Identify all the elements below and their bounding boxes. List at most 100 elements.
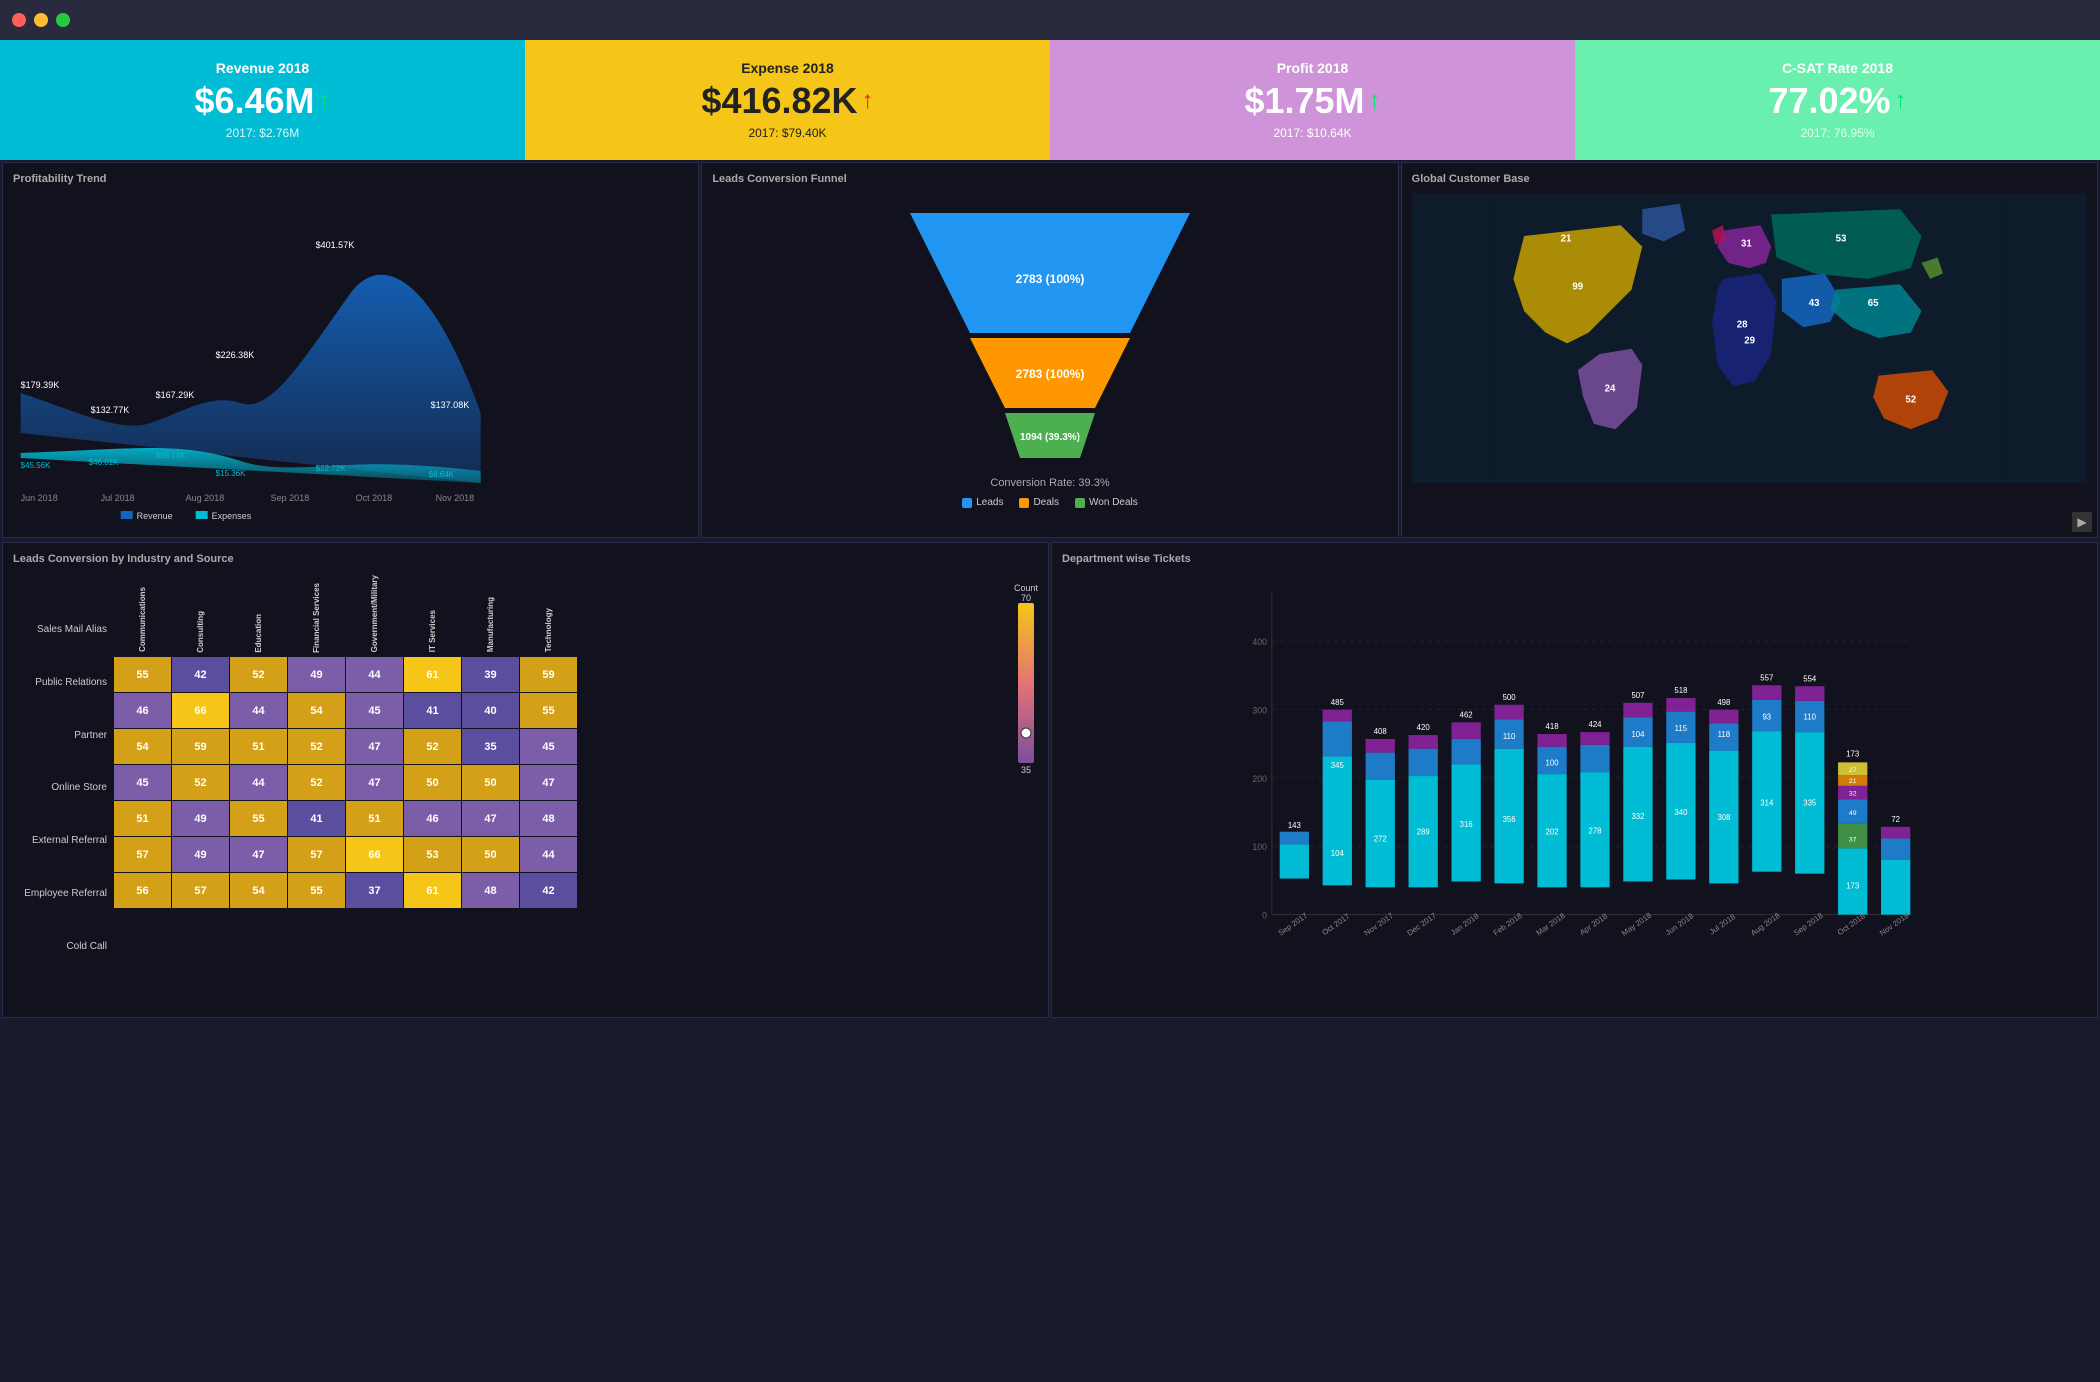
heatmap-cell: 54 [230, 873, 288, 909]
color-scale-bar [1018, 603, 1034, 763]
svg-text:518: 518 [1674, 686, 1687, 695]
global-map-panel: Global Customer Base [1401, 162, 2098, 538]
svg-text:49: 49 [1849, 810, 1857, 817]
heatmap-cell: 42 [520, 873, 578, 909]
dept-tickets-chart: 0 100 200 300 400 143 Sep 2017 485 Oct 2… [1062, 573, 2087, 983]
heatmap-cell: 55 [520, 693, 578, 729]
heatmap-cell: 48 [462, 873, 520, 909]
heatmap-cell: 51 [114, 801, 172, 837]
svg-text:21: 21 [1849, 778, 1857, 785]
heatmap-row-labels: Sales Mail AliasPublic RelationsPartnerO… [13, 573, 113, 983]
kpi-expense-arrow: ↑ [862, 87, 874, 115]
svg-text:Expenses: Expenses [212, 511, 252, 521]
heatmap-row-label: Online Store [13, 770, 113, 806]
heatmap-col-label: Technology [520, 573, 578, 657]
svg-text:314: 314 [1760, 798, 1774, 807]
heatmap-cell: 40 [462, 693, 520, 729]
funnel-chart: 2783 (100%) 2783 (100%) 1094 (39.3%) [860, 193, 1240, 473]
map-scroll-button[interactable]: ▶ [2072, 512, 2092, 532]
heatmap-cell: 46 [114, 693, 172, 729]
svg-text:557: 557 [1760, 673, 1773, 682]
svg-text:498: 498 [1717, 698, 1730, 707]
svg-text:2783 (100%): 2783 (100%) [1016, 367, 1085, 381]
kpi-profit: Profit 2018 $1.75M↑ 2017: $10.64K [1050, 40, 1575, 160]
svg-text:408: 408 [1374, 727, 1387, 736]
svg-text:507: 507 [1631, 691, 1644, 700]
heatmap-cell: 57 [172, 873, 230, 909]
svg-text:462: 462 [1460, 710, 1473, 719]
legend-won-deals: Won Deals [1089, 497, 1138, 508]
svg-text:$179.39K: $179.39K [21, 380, 60, 390]
heatmap-cell: 47 [520, 765, 578, 801]
svg-text:335: 335 [1803, 798, 1817, 807]
svg-text:100: 100 [1252, 842, 1267, 852]
scale-min: 35 [1021, 765, 1031, 775]
svg-text:Jul 2018: Jul 2018 [101, 493, 135, 503]
minimize-button[interactable] [34, 13, 48, 27]
heatmap-col-label: Government/Military [346, 573, 404, 657]
heatmap-cell: 52 [288, 729, 346, 765]
svg-text:332: 332 [1631, 812, 1644, 821]
color-scale: Count 70 35 [1006, 573, 1038, 983]
svg-text:$137.08K: $137.08K [431, 400, 470, 410]
svg-text:202: 202 [1546, 828, 1559, 837]
heatmap-cell: 45 [346, 693, 404, 729]
svg-text:$69.14K: $69.14K [156, 451, 186, 460]
heatmap-cell: 41 [404, 693, 462, 729]
kpi-expense: Expense 2018 $416.82K↑ 2017: $79.40K [525, 40, 1050, 160]
svg-text:Oct 2018: Oct 2018 [1836, 912, 1867, 938]
svg-text:424: 424 [1588, 720, 1602, 729]
heatmap-cell: 59 [172, 729, 230, 765]
heatmap-cell: 44 [346, 657, 404, 693]
maximize-button[interactable] [56, 13, 70, 27]
svg-text:289: 289 [1417, 828, 1430, 837]
svg-text:345: 345 [1331, 761, 1345, 770]
heatmap-cell: 55 [288, 873, 346, 909]
close-button[interactable] [12, 13, 26, 27]
legend-leads: Leads [976, 497, 1003, 508]
svg-text:$226.38K: $226.38K [216, 350, 255, 360]
heatmap-cell: 45 [520, 729, 578, 765]
heatmap-cell: 49 [172, 837, 230, 873]
heatmap-cell: 47 [346, 729, 404, 765]
scale-label: Count [1014, 583, 1038, 593]
heatmap-cell: 42 [172, 657, 230, 693]
svg-text:31: 31 [1741, 239, 1752, 250]
svg-text:$132.77K: $132.77K [91, 405, 130, 415]
heatmap-cell: 49 [288, 657, 346, 693]
heatmap-cell: 48 [520, 801, 578, 837]
heatmap-cell: 41 [288, 801, 346, 837]
heatmap-cell: 57 [114, 837, 172, 873]
svg-text:72: 72 [1891, 815, 1900, 824]
heatmap-cell: 54 [114, 729, 172, 765]
svg-text:24: 24 [1604, 384, 1615, 395]
heatmap-col-label: Communications [114, 573, 172, 657]
svg-text:$22.72K: $22.72K [316, 464, 346, 473]
dept-tickets-panel: Department wise Tickets 0 100 200 300 40… [1051, 542, 2098, 1018]
heatmap-cell: 56 [114, 873, 172, 909]
heatmap-cell: 47 [462, 801, 520, 837]
svg-text:0: 0 [1262, 911, 1267, 921]
svg-text:Jan 2018: Jan 2018 [1449, 911, 1480, 937]
svg-text:$15.36K: $15.36K [216, 469, 246, 478]
kpi-revenue-value: $6.46M↑ [194, 80, 330, 122]
heatmap-cell: 55 [114, 657, 172, 693]
funnel-legend: Leads Deals Won Deals [962, 497, 1138, 508]
heatmap-col-label: Consulting [172, 573, 230, 657]
svg-text:104: 104 [1331, 849, 1345, 858]
svg-text:418: 418 [1546, 722, 1559, 731]
funnel-panel: Leads Conversion Funnel 2783 (100%) 2783… [701, 162, 1398, 538]
heatmap-cell: 44 [230, 765, 288, 801]
heatmap-title: Leads Conversion by Industry and Source [13, 553, 1038, 565]
heatmap-cell: 66 [346, 837, 404, 873]
svg-text:118: 118 [1718, 730, 1730, 739]
heatmap-cell: 52 [288, 765, 346, 801]
heatmap-row-label: External Referral [13, 823, 113, 859]
svg-text:$45.56K: $45.56K [21, 461, 51, 470]
heatmap-cell: 53 [404, 837, 462, 873]
svg-text:65: 65 [1867, 298, 1878, 309]
svg-text:340: 340 [1674, 808, 1688, 817]
funnel-title: Leads Conversion Funnel [712, 173, 846, 185]
heatmap-cell: 54 [288, 693, 346, 729]
svg-text:Sep 2018: Sep 2018 [271, 493, 310, 503]
